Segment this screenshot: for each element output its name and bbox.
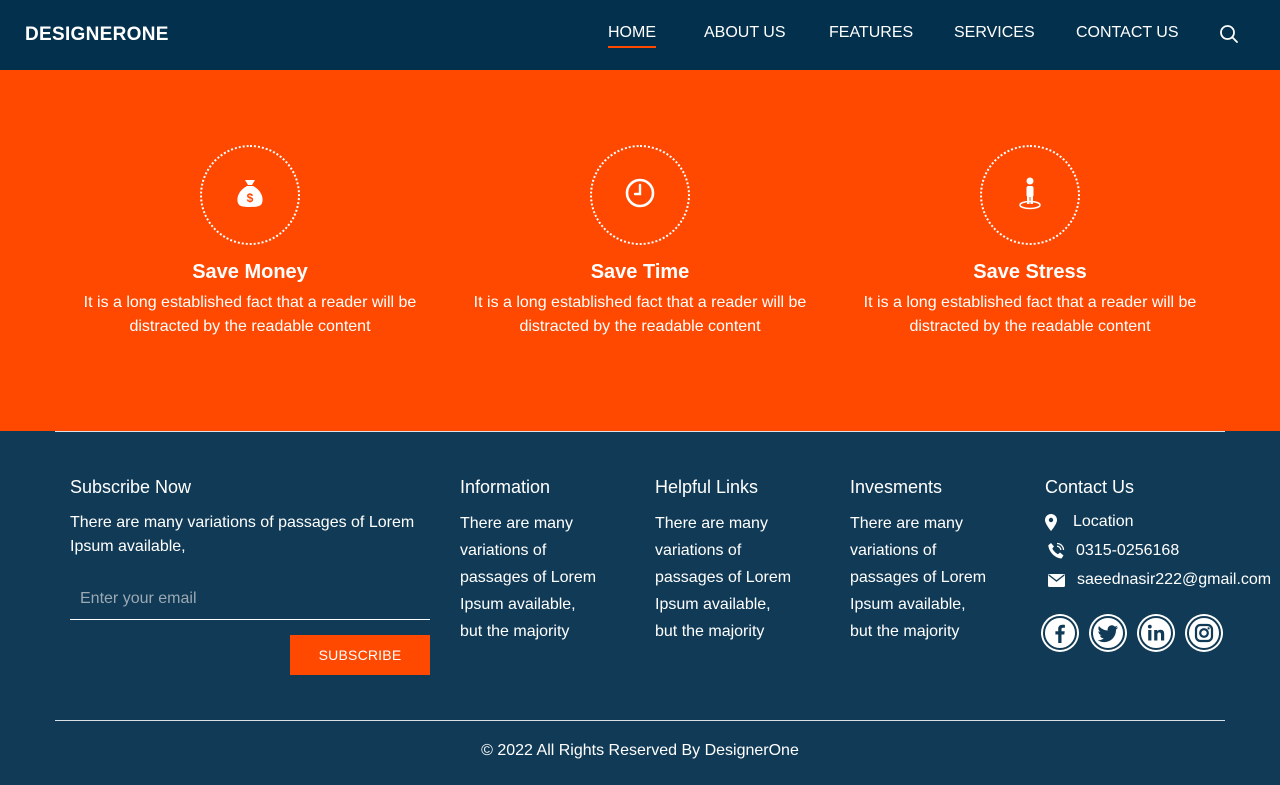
email-input[interactable] — [70, 578, 430, 620]
column-title: Invesments — [850, 477, 943, 497]
contact-phone: 0315-0256168 — [1045, 541, 1179, 561]
feature-save-time: Save Time It is a long established fact … — [445, 145, 835, 339]
column-line: variations of — [850, 542, 937, 559]
linkedin-icon[interactable] — [1137, 614, 1175, 652]
instagram-icon[interactable] — [1185, 614, 1223, 652]
main-nav: HOME ABOUT US FEATURES SERVICES CONTACT … — [0, 24, 1280, 54]
contact-column: Contact Us — [1045, 476, 1134, 498]
search-icon[interactable] — [1219, 24, 1239, 44]
nav-features[interactable]: FEATURES — [829, 24, 913, 42]
site-header: DESIGNERONE HOME ABOUT US FEATURES SERVI… — [0, 0, 1280, 70]
column-title: Information — [460, 477, 551, 497]
column-title: Helpful Links — [655, 477, 759, 497]
svg-text:$: $ — [247, 191, 254, 205]
envelope-icon — [1045, 570, 1067, 590]
nav-contact-us[interactable]: CONTACT US — [1076, 24, 1179, 42]
nav-home[interactable]: HOME — [608, 24, 656, 48]
feature-save-stress: Save Stress It is a long established fac… — [835, 145, 1225, 339]
feature-text: It is a long established fact that a rea… — [83, 294, 417, 335]
footer-bottom-divider — [55, 720, 1225, 721]
contact-phone-text[interactable]: 0315-0256168 — [1076, 542, 1179, 560]
feature-text: It is a long established fact that a rea… — [863, 294, 1197, 335]
column-line: Ipsum available, — [460, 596, 576, 613]
column-line: Ipsum available, — [850, 596, 966, 613]
phone-icon — [1045, 541, 1066, 561]
column-line: but the majority — [655, 623, 765, 640]
column-line: variations of — [460, 542, 547, 559]
column-text: There are many variations of passages of… — [655, 510, 791, 645]
contact-email: saeednasir222@gmail.com — [1045, 570, 1271, 590]
copyright-text: © 2022 All Rights Reserved By DesignerOn… — [481, 742, 799, 759]
nav-about-us[interactable]: ABOUT US — [704, 24, 786, 42]
column-line: variations of — [655, 542, 742, 559]
nav-services[interactable]: SERVICES — [954, 24, 1035, 42]
subscribe-text: There are many variations of passages of… — [70, 514, 415, 555]
subscribe-column: Subscribe Now There are many variations … — [70, 476, 430, 559]
column-line: There are many — [460, 515, 573, 532]
column-line: passages of Lorem — [850, 569, 987, 586]
contact-title: Contact Us — [1045, 477, 1135, 497]
column-line: Ipsum available, — [655, 596, 771, 613]
feature-title: Save Time — [590, 261, 690, 283]
column-text: There are many variations of passages of… — [850, 510, 986, 645]
column-text: There are many variations of passages of… — [460, 510, 596, 645]
invesments-column: Invesments There are many variations of … — [850, 476, 986, 645]
contact-location-text: Location — [1073, 513, 1134, 530]
money-bag-icon: $ — [235, 177, 265, 214]
feature-save-money: $ Save Money It is a long established fa… — [55, 145, 445, 339]
footer-top-divider — [55, 431, 1225, 432]
column-line: There are many — [850, 515, 963, 532]
feature-icon-circle — [980, 145, 1080, 245]
contact-location: Location — [1045, 512, 1134, 532]
column-line: but the majority — [460, 623, 570, 640]
facebook-icon[interactable] — [1041, 614, 1079, 652]
twitter-icon[interactable] — [1089, 614, 1127, 652]
subscribe-title: Subscribe Now — [70, 477, 192, 497]
feature-title: Save Stress — [973, 261, 1087, 283]
feature-icon-circle — [590, 145, 690, 245]
column-line: but the majority — [850, 623, 960, 640]
contact-email-text[interactable]: saeednasir222@gmail.com — [1077, 571, 1271, 589]
features-section: $ Save Money It is a long established fa… — [0, 70, 1280, 431]
column-line: passages of Lorem — [655, 569, 792, 586]
person-icon — [1016, 176, 1044, 215]
feature-text: It is a long established fact that a rea… — [473, 294, 807, 335]
column-line: There are many — [655, 515, 768, 532]
feature-title: Save Money — [192, 261, 308, 283]
column-line: passages of Lorem — [460, 569, 597, 586]
clock-icon — [624, 177, 656, 214]
map-pin-icon — [1045, 512, 1057, 532]
information-column: Information There are many variations of… — [460, 476, 596, 645]
subscribe-button[interactable]: SUBSCRIBE — [290, 635, 430, 675]
feature-icon-circle: $ — [200, 145, 300, 245]
helpful-links-column: Helpful Links There are many variations … — [655, 476, 791, 645]
